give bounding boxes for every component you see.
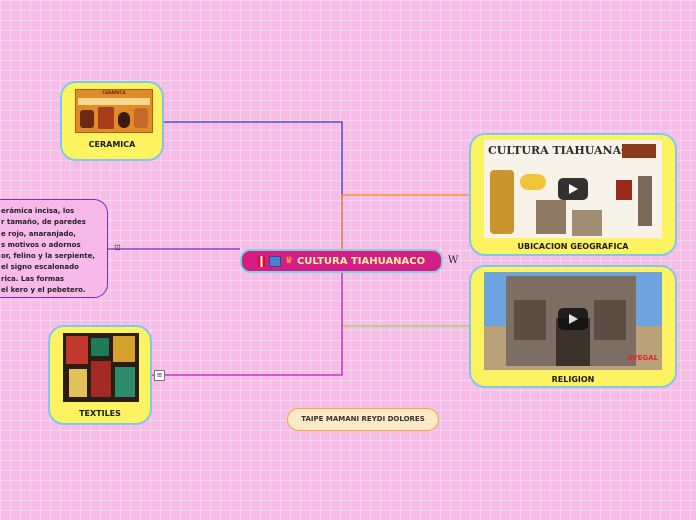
ceramica-image: CERÁMICA	[75, 89, 153, 133]
textiles-image	[63, 333, 139, 402]
ubicacion-label: UBICACION GEOGRAFICA	[517, 242, 629, 251]
crown-icon: ♛	[284, 256, 293, 266]
ubicacion-image-title: CULTURA TIAHUANACO	[488, 144, 640, 157]
central-topic[interactable]: ♛ CULTURA TIAHUANACO	[240, 249, 443, 273]
link-religion	[341, 273, 470, 327]
text-line: or, felino y la serpiente,	[1, 252, 95, 261]
wikipedia-icon[interactable]: W	[448, 255, 458, 266]
text-node-ceramica-description[interactable]: erámica incisa, los r tamaño, de paredes…	[0, 199, 108, 298]
text-line: el kero y el pebetero.	[1, 286, 86, 295]
picture-icon	[268, 255, 281, 267]
ceramica-label: CERAMICA	[88, 140, 136, 149]
link-textiles	[152, 273, 343, 376]
religion-watermark: AVEGAL	[627, 354, 658, 362]
note-icon[interactable]: ⊡	[114, 243, 121, 252]
central-title: CULTURA TIAHUANACO	[296, 255, 426, 267]
link-ceramica	[164, 121, 343, 249]
text-line: e rojo, anaranjado,	[1, 229, 76, 238]
religion-label: RELIGION	[551, 375, 595, 384]
link-ubicacion	[341, 194, 470, 249]
node-ceramica[interactable]: CERÁMICA CERAMICA	[60, 81, 164, 161]
play-video-button[interactable]	[558, 308, 588, 330]
peru-flag-icon	[257, 255, 265, 267]
node-ubicacion-geografica[interactable]: CULTURA TIAHUANACO UBICACION GEOGRAFICA	[469, 133, 677, 256]
text-line: rica. Las formas	[1, 274, 65, 283]
text-line: s motivos o adornos	[1, 240, 81, 249]
play-video-button[interactable]	[558, 178, 588, 200]
ceramica-image-title: CERÁMICA	[102, 90, 126, 95]
node-religion[interactable]: AVEGAL RELIGION	[469, 265, 677, 388]
text-line: r tamaño, de paredes	[1, 218, 86, 227]
author-node[interactable]: TAIPE MAMANI REYDI DOLORES	[287, 408, 439, 431]
textiles-label: TEXTILES	[79, 409, 121, 418]
text-line: el signo escalonado	[1, 263, 79, 272]
node-textiles[interactable]: TEXTILES	[48, 325, 152, 425]
list-icon[interactable]: ≡	[154, 370, 165, 381]
text-line: erámica incisa, los	[1, 207, 75, 215]
